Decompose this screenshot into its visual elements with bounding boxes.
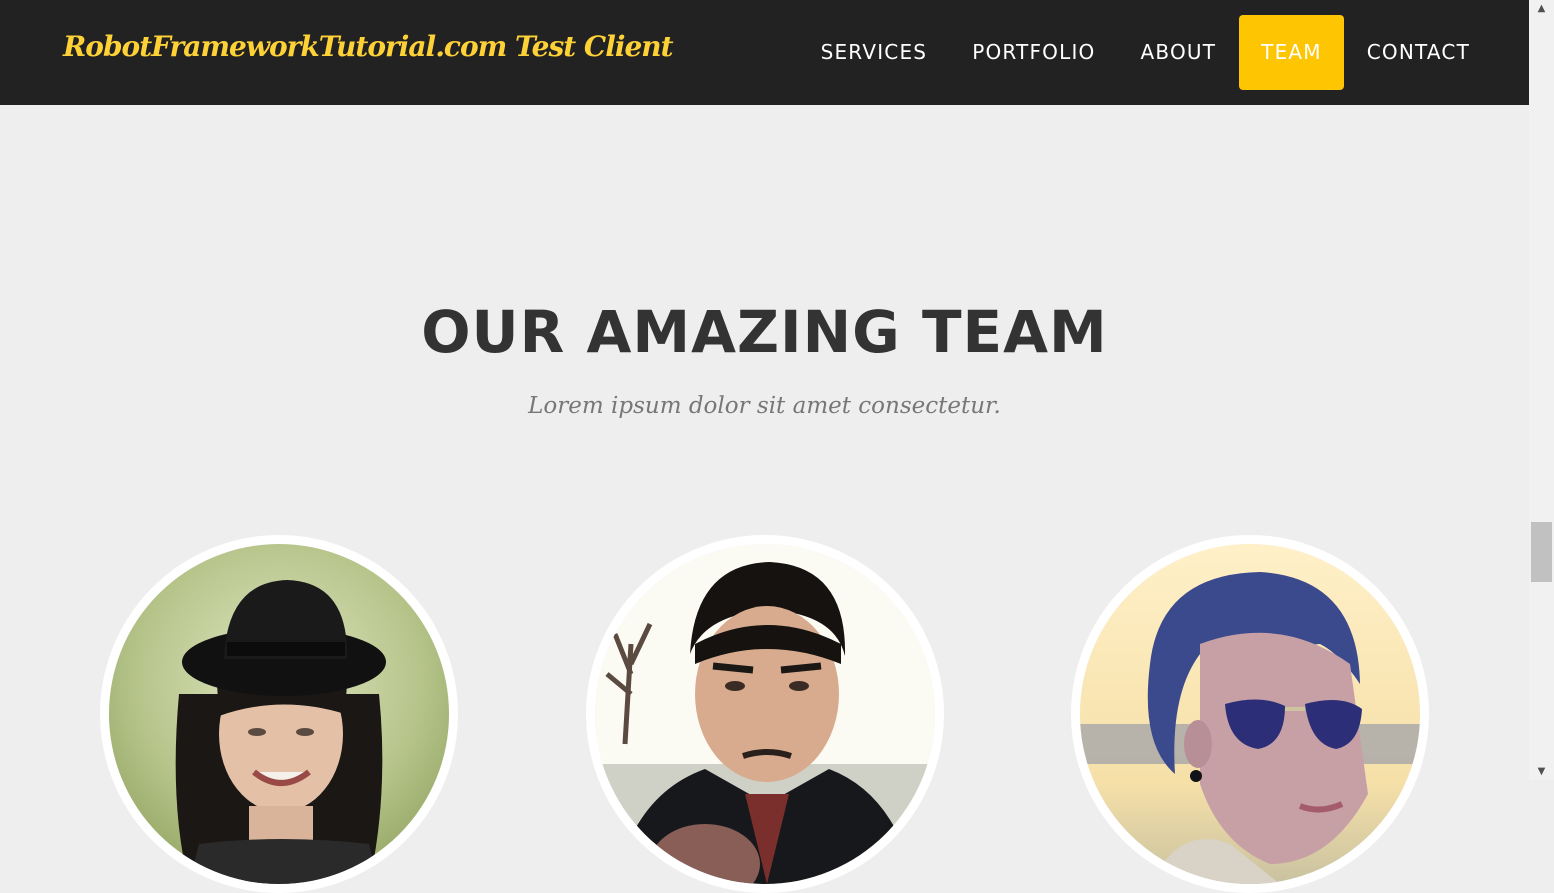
section-subheading: Lorem ipsum dolor sit amet consectetur.: [528, 393, 1001, 419]
brand-logo-link[interactable]: RobotFrameworkTutorial.com Test Client: [63, 30, 674, 63]
nav-item-services[interactable]: SERVICES: [799, 15, 950, 90]
section-heading: OUR AMAZING TEAM: [421, 298, 1108, 366]
scroll-up-arrow-icon[interactable]: ▲: [1529, 0, 1554, 17]
scroll-down-arrow-icon[interactable]: ▼: [1529, 763, 1554, 780]
vertical-scrollbar[interactable]: ▲ ▼: [1529, 0, 1554, 780]
portrait-image: [1080, 544, 1420, 884]
nav-item-portfolio[interactable]: PORTFOLIO: [950, 15, 1117, 90]
scrollbar-thumb[interactable]: [1531, 522, 1552, 582]
nav-item-about[interactable]: ABOUT: [1119, 15, 1239, 90]
nav-menu: SERVICES PORTFOLIO ABOUT TEAM CONTACT: [798, 15, 1492, 90]
nav-item-contact[interactable]: CONTACT: [1345, 15, 1492, 90]
team-member-photo: [586, 535, 944, 893]
navbar: RobotFrameworkTutorial.com Test Client S…: [0, 0, 1529, 105]
portrait-image: [109, 544, 449, 884]
portrait-image: [595, 544, 935, 884]
team-member-photo: [100, 535, 458, 893]
nav-item-team[interactable]: TEAM: [1239, 15, 1344, 90]
team-member-photo: [1071, 535, 1429, 893]
